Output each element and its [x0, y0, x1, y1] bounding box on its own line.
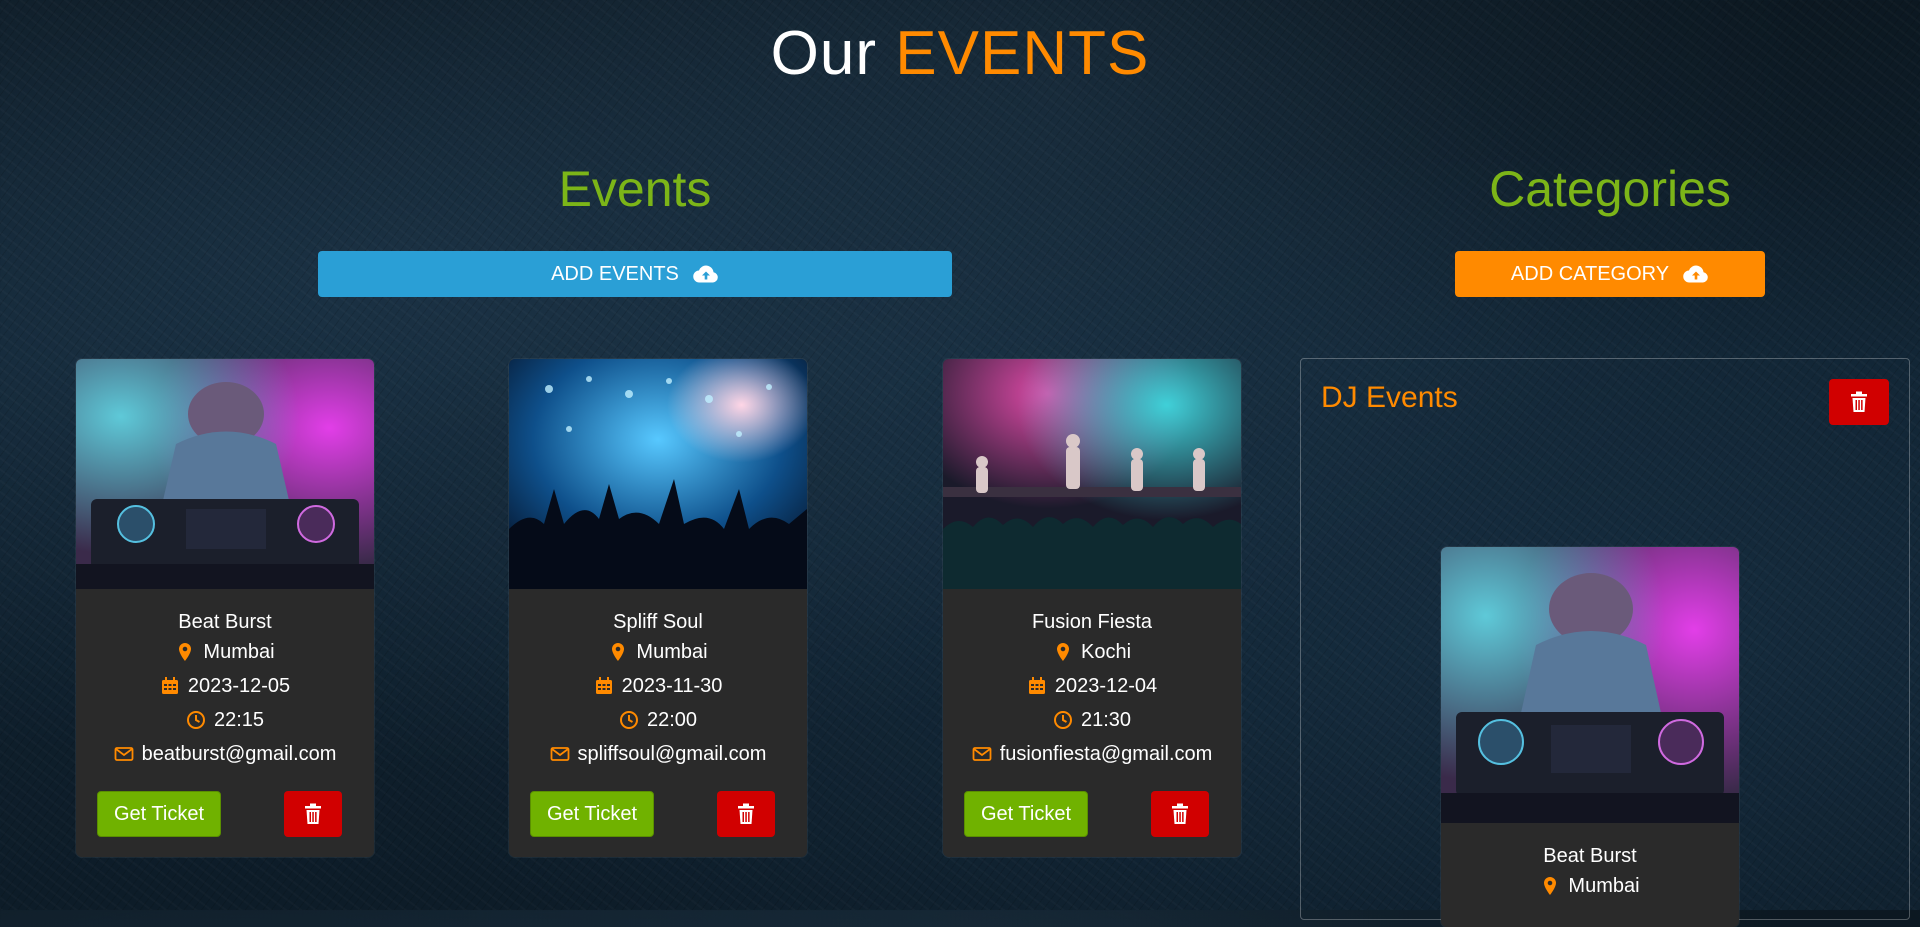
concert-crowd-photo	[509, 359, 807, 589]
map-marker-icon	[1056, 643, 1069, 661]
event-email: spliffsoul@gmail.com	[509, 737, 807, 771]
calendar-icon	[161, 677, 178, 694]
trash-icon	[738, 803, 754, 824]
clock-icon	[619, 711, 638, 729]
trash-icon	[1172, 803, 1188, 824]
event-card: Spliff Soul Mumbai 2023-11-30 22:00 spli…	[509, 359, 807, 857]
page-title: Our EVENTS	[0, 18, 1920, 89]
event-name: Beat Burst	[1543, 845, 1637, 867]
event-date: 2023-12-05	[76, 669, 374, 703]
event-location: Mumbai	[76, 635, 374, 669]
add-events-button[interactable]: ADD EVENTS	[318, 251, 952, 297]
event-email: beatburst@gmail.com	[76, 737, 374, 771]
event-name: Spliff Soul	[613, 611, 703, 633]
categories-section-title: Categories	[1489, 161, 1731, 217]
event-email: fusionfiesta@gmail.com	[943, 737, 1241, 771]
event-time: 22:00	[509, 703, 807, 737]
live-band-photo	[943, 359, 1241, 589]
map-marker-icon	[1544, 877, 1557, 895]
event-date-text: 2023-12-05	[187, 675, 291, 697]
event-time-text: 21:30	[1080, 709, 1132, 731]
event-time: 21:30	[943, 703, 1241, 737]
category-panel: DJ Events Beat Burst Mumbai	[1300, 358, 1910, 927]
add-events-label: ADD EVENTS	[551, 262, 679, 285]
get-ticket-button[interactable]: Get Ticket	[964, 791, 1088, 837]
trash-icon	[1851, 391, 1867, 412]
delete-event-button[interactable]	[717, 791, 775, 837]
map-marker-icon	[612, 643, 625, 661]
event-name: Fusion Fiesta	[1031, 611, 1153, 633]
event-date-text: 2023-11-30	[621, 675, 723, 697]
delete-event-button[interactable]	[1151, 791, 1209, 837]
events-section-title: Events	[558, 161, 712, 217]
event-email-text: beatburst@gmail.com	[141, 743, 337, 765]
event-date: 2023-12-04	[943, 669, 1241, 703]
add-category-label: ADD CATEGORY	[1510, 262, 1670, 285]
category-event-card: Beat Burst Mumbai	[1441, 547, 1739, 927]
cloud-upload-icon	[693, 265, 718, 283]
event-date-text: 2023-12-04	[1054, 675, 1158, 697]
get-ticket-button[interactable]: Get Ticket	[97, 791, 221, 837]
event-time-text: 22:15	[213, 709, 265, 731]
event-location: Mumbai	[509, 635, 807, 669]
envelope-icon	[550, 747, 569, 761]
page-title-accent: EVENTS	[895, 19, 1150, 88]
delete-category-button[interactable]	[1829, 379, 1889, 425]
event-location-text: Kochi	[1080, 641, 1132, 663]
calendar-icon	[595, 677, 612, 694]
event-card: Fusion Fiesta Kochi 2023-12-04 21:30 fus…	[943, 359, 1241, 857]
cloud-upload-icon	[1683, 265, 1708, 283]
event-card: Beat Burst Mumbai 2023-12-05 22:15 beatb…	[76, 359, 374, 857]
event-email-text: fusionfiesta@gmail.com	[999, 743, 1213, 765]
category-name: DJ Events	[1321, 381, 1458, 414]
trash-icon	[305, 803, 321, 824]
event-location-text: Mumbai	[636, 641, 708, 663]
event-location: Kochi	[943, 635, 1241, 669]
event-location: Mumbai	[1441, 869, 1739, 903]
dj-mixer-photo	[1441, 547, 1739, 823]
envelope-icon	[972, 747, 992, 761]
delete-event-button[interactable]	[284, 791, 342, 837]
event-time-text: 22:00	[646, 709, 698, 731]
page-title-main: Our	[770, 19, 878, 88]
event-time: 22:15	[76, 703, 374, 737]
get-ticket-button[interactable]: Get Ticket	[530, 791, 654, 837]
calendar-icon	[1028, 677, 1045, 694]
envelope-icon	[114, 747, 133, 761]
map-marker-icon	[179, 643, 192, 661]
clock-icon	[186, 711, 205, 729]
event-email-text: spliffsoul@gmail.com	[577, 743, 767, 765]
event-date: 2023-11-30	[509, 669, 807, 703]
event-name: Beat Burst	[178, 611, 272, 633]
add-category-button[interactable]: ADD CATEGORY	[1455, 251, 1765, 297]
clock-icon	[1053, 711, 1072, 729]
dj-mixer-photo	[76, 359, 374, 589]
event-location-text: Mumbai	[1568, 875, 1640, 897]
event-location-text: Mumbai	[203, 641, 275, 663]
